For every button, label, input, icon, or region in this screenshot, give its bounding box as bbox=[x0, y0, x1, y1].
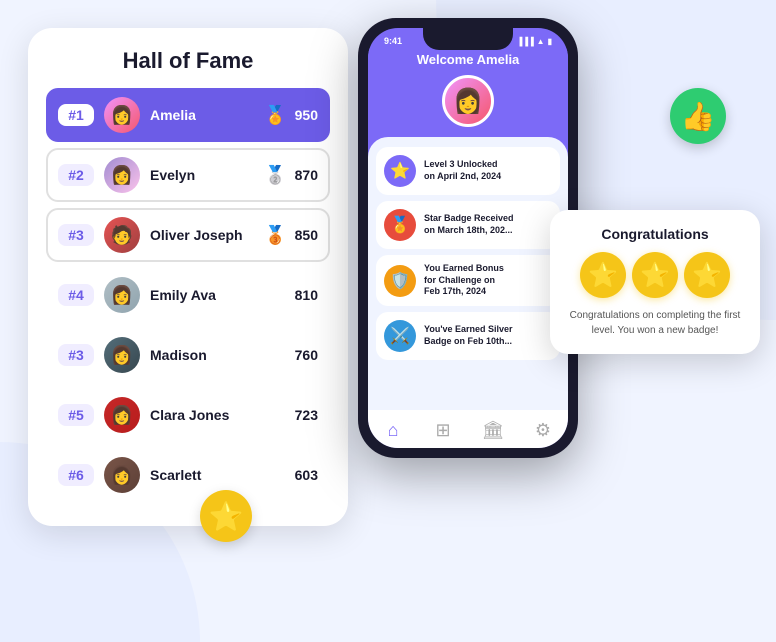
nav-settings-icon[interactable]: ⚙ bbox=[529, 418, 557, 442]
hof-rank-3: #3 bbox=[58, 224, 94, 246]
hof-name-3: Oliver Joseph bbox=[150, 227, 264, 243]
hof-name-2: Evelyn bbox=[150, 167, 264, 183]
hof-score-6: 723 bbox=[295, 407, 318, 423]
phone-screen: 9:41 ▐▐▐ ▲ ▮ Welcome Amelia 👩 ⭐ Level 3 … bbox=[368, 28, 568, 448]
congrats-star-3: ⭐ bbox=[684, 252, 730, 298]
activity-text-2: Star Badge Receivedon March 18th, 202... bbox=[424, 213, 514, 236]
star-icon: ⭐ bbox=[209, 500, 244, 533]
activity-icon-4: ⚔️ bbox=[384, 320, 416, 352]
hof-avatar-6: 👩 bbox=[104, 397, 140, 433]
activity-item-3: 🛡️ You Earned Bonusfor Challenge onFeb 1… bbox=[376, 255, 560, 306]
hof-score-4: 810 bbox=[295, 287, 318, 303]
hof-rank-6: #5 bbox=[58, 404, 94, 426]
activity-text-1: Level 3 Unlockedon April 2nd, 2024 bbox=[424, 159, 501, 182]
phone-header: Welcome Amelia 👩 bbox=[368, 48, 568, 137]
activity-icon-1: ⭐ bbox=[384, 155, 416, 187]
activity-text-3: You Earned Bonusfor Challenge onFeb 17th… bbox=[424, 263, 504, 298]
thumbs-up-icon: 👍 bbox=[681, 100, 716, 133]
hof-name-6: Clara Jones bbox=[150, 407, 295, 423]
hall-of-fame-title: Hall of Fame bbox=[46, 48, 330, 74]
activity-icon-3: 🛡️ bbox=[384, 265, 416, 297]
hof-avatar-7: 👩 bbox=[104, 457, 140, 493]
hof-row-3: #3 🧑 Oliver Joseph 🥉 850 bbox=[46, 208, 330, 262]
hof-rank-5: #3 bbox=[58, 344, 94, 366]
hof-score-5: 760 bbox=[295, 347, 318, 363]
activity-item-1: ⭐ Level 3 Unlockedon April 2nd, 2024 bbox=[376, 147, 560, 195]
phone-avatar: 👩 bbox=[442, 75, 494, 127]
activity-text-4: You've Earned SilverBadge on Feb 10th... bbox=[424, 324, 513, 347]
phone-bottom-nav[interactable]: ⌂ ⊞ 🏛 ⚙ bbox=[368, 410, 568, 448]
phone-notch bbox=[423, 28, 513, 50]
hof-avatar-3: 🧑 bbox=[104, 217, 140, 253]
congrats-star-1: ⭐ bbox=[580, 252, 626, 298]
hof-row-6: #5 👩 Clara Jones 723 bbox=[46, 388, 330, 442]
activity-icon-2: 🏅 bbox=[384, 209, 416, 241]
hof-name-5: Madison bbox=[150, 347, 295, 363]
hof-row-5: #3 👩 Madison 760 bbox=[46, 328, 330, 382]
hof-name-7: Scarlett bbox=[150, 467, 295, 483]
battery-icon: ▮ bbox=[548, 37, 552, 46]
congrats-title: Congratulations bbox=[564, 226, 746, 242]
hof-row-7: #6 👩 Scarlett 603 bbox=[46, 448, 330, 502]
hof-medal-2: 🥈 bbox=[264, 165, 286, 186]
phone-mockup: 9:41 ▐▐▐ ▲ ▮ Welcome Amelia 👩 ⭐ Level 3 … bbox=[358, 18, 578, 458]
hof-row-1: #1 👩 Amelia 🏅 950 bbox=[46, 88, 330, 142]
wifi-icon: ▲ bbox=[537, 37, 545, 46]
phone-signals: ▐▐▐ ▲ ▮ bbox=[517, 37, 552, 46]
hof-rank-4: #4 bbox=[58, 284, 94, 306]
nav-home-icon[interactable]: ⌂ bbox=[379, 418, 407, 442]
hall-of-fame-card: Hall of Fame #1 👩 Amelia 🏅 950 #2 👩 Evel… bbox=[28, 28, 348, 526]
star-decoration: ⭐ bbox=[200, 490, 252, 542]
phone-time: 9:41 bbox=[384, 36, 402, 46]
phone-welcome-text: Welcome Amelia bbox=[417, 52, 520, 67]
hof-row-4: #4 👩 Emily Ava 810 bbox=[46, 268, 330, 322]
hof-score-1: 950 bbox=[295, 107, 318, 123]
hof-avatar-4: 👩 bbox=[104, 277, 140, 313]
hof-rank-2: #2 bbox=[58, 164, 94, 186]
hof-avatar-2: 👩 bbox=[104, 157, 140, 193]
nav-activity-icon[interactable]: ⊞ bbox=[429, 418, 457, 442]
thumbs-up-badge: 👍 bbox=[670, 88, 726, 144]
congrats-star-2: ⭐ bbox=[632, 252, 678, 298]
hof-name-1: Amelia bbox=[150, 107, 264, 123]
congrats-description: Congratulations on completing the first … bbox=[564, 308, 746, 338]
hof-name-4: Emily Ava bbox=[150, 287, 295, 303]
activity-item-4: ⚔️ You've Earned SilverBadge on Feb 10th… bbox=[376, 312, 560, 360]
nav-leaderboard-icon[interactable]: 🏛 bbox=[479, 418, 507, 442]
hof-rank-1: #1 bbox=[58, 104, 94, 126]
hof-row-2: #2 👩 Evelyn 🥈 870 bbox=[46, 148, 330, 202]
hof-avatar-1: 👩 bbox=[104, 97, 140, 133]
hof-medal-3: 🥉 bbox=[264, 225, 286, 246]
congrats-popup: Congratulations ⭐ ⭐ ⭐ Congratulations on… bbox=[550, 210, 760, 354]
signal-icon: ▐▐▐ bbox=[517, 37, 534, 46]
congrats-stars: ⭐ ⭐ ⭐ bbox=[564, 252, 746, 298]
hof-rank-7: #6 bbox=[58, 464, 94, 486]
hof-score-2: 870 bbox=[295, 167, 318, 183]
hof-score-3: 850 bbox=[295, 227, 318, 243]
hof-avatar-5: 👩 bbox=[104, 337, 140, 373]
hof-medal-1: 🏅 bbox=[264, 105, 286, 126]
activity-item-2: 🏅 Star Badge Receivedon March 18th, 202.… bbox=[376, 201, 560, 249]
phone-body: ⭐ Level 3 Unlockedon April 2nd, 2024 🏅 S… bbox=[368, 137, 568, 410]
hof-score-7: 603 bbox=[295, 467, 318, 483]
